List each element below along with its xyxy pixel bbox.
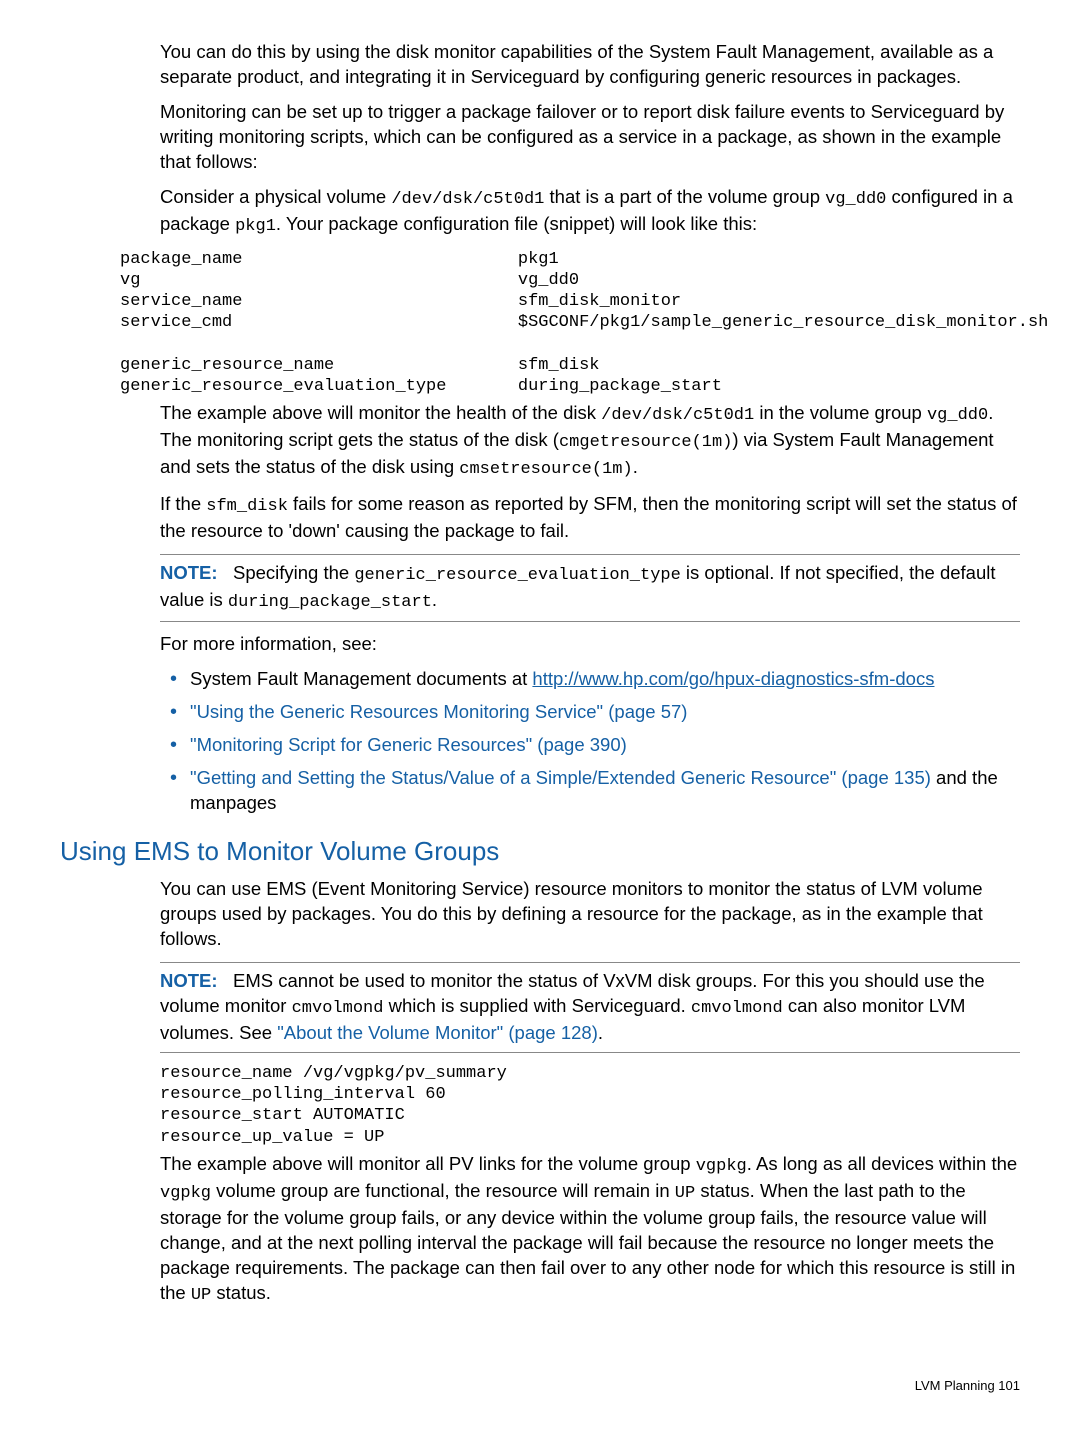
code-block: package_name pkg1 vg vg_dd0 service_name… [120,249,1020,398]
code-inline: cmvolmond [691,999,783,1018]
paragraph: Monitoring can be set up to trigger a pa… [160,100,1020,175]
code-inline: vgpkg [696,1157,747,1176]
text: status. [211,1282,271,1303]
text: Specifying the [233,562,354,583]
xref-link[interactable]: "Using the Generic Resources Monitoring … [190,701,687,722]
xref-link[interactable]: "Monitoring Script for Generic Resources… [190,734,627,755]
note-label: NOTE: [160,970,218,991]
text: which is supplied with Serviceguard. [383,995,690,1016]
code-inline: cmsetresource(1m) [459,460,632,479]
text: that is a part of the volume group [544,186,825,207]
xref-link[interactable]: "Getting and Setting the Status/Value of… [190,767,931,788]
text: . [598,1022,603,1043]
text: . As long as all devices within the [747,1153,1017,1174]
section-heading: Using EMS to Monitor Volume Groups [60,834,1020,869]
page-footer: LVM Planning 101 [60,1377,1020,1395]
list-item: "Using the Generic Resources Monitoring … [160,700,1020,725]
list-item: "Monitoring Script for Generic Resources… [160,733,1020,758]
code-inline: during_package_start [228,593,432,612]
code-inline: /dev/dsk/c5t0d1 [391,190,544,209]
code-inline: sfm_disk [206,497,288,516]
text: fails for some reason as reported by SFM… [160,493,1017,541]
text: in the volume group [754,402,927,423]
text: Consider a physical volume [160,186,391,207]
text: volume group are functional, the resourc… [211,1180,675,1201]
note-label: NOTE: [160,562,218,583]
bullet-list: System Fault Management documents at htt… [160,667,1020,816]
text: The example above will monitor all PV li… [160,1153,696,1174]
code-inline: cmvolmond [292,999,384,1018]
code-inline: vg_dd0 [927,406,988,425]
code-inline: generic_resource_evaluation_type [354,566,680,585]
code-inline: UP [675,1184,695,1203]
text: The example above will monitor the healt… [160,402,601,423]
code-block: resource_name /vg/vgpkg/pv_summary resou… [160,1063,1020,1148]
text: . Your package configuration file (snipp… [276,213,757,234]
text: . [633,456,638,477]
note-box: NOTE: Specifying the generic_resource_ev… [160,554,1020,622]
code-inline: cmgetresource(1m) [559,433,732,452]
code-inline: vgpkg [160,1184,211,1203]
paragraph: The example above will monitor all PV li… [160,1152,1020,1308]
link-sfm-docs[interactable]: http://www.hp.com/go/hpux-diagnostics-sf… [532,668,934,689]
list-item: System Fault Management documents at htt… [160,667,1020,692]
code-inline: vg_dd0 [825,190,886,209]
paragraph: If the sfm_disk fails for some reason as… [160,492,1020,544]
text: System Fault Management documents at [190,668,532,689]
code-inline: /dev/dsk/c5t0d1 [601,406,754,425]
paragraph: You can use EMS (Event Monitoring Servic… [160,877,1020,952]
paragraph: Consider a physical volume /dev/dsk/c5t0… [160,185,1020,239]
code-inline: UP [191,1286,211,1305]
text: If the [160,493,206,514]
text: . [432,589,437,610]
paragraph: The example above will monitor the healt… [160,401,1020,482]
code-inline: pkg1 [235,217,276,236]
xref-link[interactable]: "About the Volume Monitor" (page 128) [277,1022,598,1043]
list-item: "Getting and Setting the Status/Value of… [160,766,1020,816]
paragraph: For more information, see: [160,632,1020,657]
paragraph: You can do this by using the disk monito… [160,40,1020,90]
note-box: NOTE: EMS cannot be used to monitor the … [160,962,1020,1053]
